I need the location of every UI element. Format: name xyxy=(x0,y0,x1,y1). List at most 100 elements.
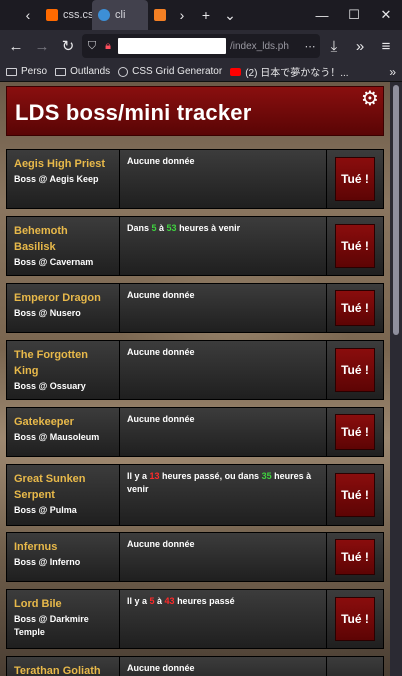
boss-location: Boss @ Pulma xyxy=(14,505,77,515)
tab-stackoverflow[interactable] xyxy=(148,0,170,30)
kill-cell: Tué ! xyxy=(327,533,383,581)
folder-icon xyxy=(6,67,17,76)
lock-icon[interactable]: 🔒︎ xyxy=(102,40,114,53)
boss-name: Gatekeeper xyxy=(14,416,74,428)
boss-info: Aucune donnée xyxy=(120,657,327,676)
boss-info: Aucune donnée xyxy=(120,533,327,581)
more-actions-icon[interactable]: ⋯ xyxy=(304,40,316,53)
boss-info: Dans 5 à 53 heures à venir xyxy=(120,217,327,275)
boss-row: The Forgotten King Boss @ Ossuary Aucune… xyxy=(6,340,384,400)
boss-location: Boss @ Ossuary xyxy=(14,381,86,391)
boss-name: Aegis High Priest xyxy=(14,158,106,170)
close-icon[interactable]: ✕ xyxy=(370,0,402,30)
kill-cell: Tué ! xyxy=(327,465,383,525)
boss-name: Emperor Dragon xyxy=(14,292,101,304)
boss-location: Boss @ Inferno xyxy=(14,557,81,567)
bookmarks-bar: Perso Outlands CSS Grid Generator (2) 日本… xyxy=(0,62,402,82)
shield-icon[interactable]: ⛉ xyxy=(86,40,98,53)
scroll-tabs-right-icon[interactable]: › xyxy=(170,0,194,30)
boss-name-cell: Terathan Goliath xyxy=(7,657,120,676)
kill-button[interactable]: Tué ! xyxy=(335,290,375,326)
menu-icon[interactable]: ≡ xyxy=(374,34,398,58)
kill-cell: Tué ! xyxy=(327,217,383,275)
boss-info: Aucune donnée xyxy=(120,150,327,208)
kill-button[interactable]: Tué ! xyxy=(335,157,375,201)
boss-location: Boss @ Nusero xyxy=(14,308,81,318)
info-text: heures passé, ou dans xyxy=(159,471,262,481)
boss-name: Lord Bile xyxy=(14,598,62,610)
kill-button[interactable]: Tué ! xyxy=(335,414,375,450)
boss-name: The Forgotten King xyxy=(14,349,88,377)
boss-name-cell: The Forgotten King Boss @ Ossuary xyxy=(7,341,120,399)
kill-cell xyxy=(327,657,383,676)
maximize-icon[interactable]: ☐ xyxy=(338,0,370,30)
kill-button[interactable]: Tué ! xyxy=(335,224,375,268)
info-text: Il y a xyxy=(127,596,150,606)
scrollbar-thumb[interactable] xyxy=(393,85,399,335)
url-bar[interactable]: ⛉ 🔒︎ /index_lds.ph ⋯ xyxy=(82,34,320,58)
tab-list-icon[interactable] xyxy=(0,0,16,30)
kill-button[interactable]: Tué ! xyxy=(335,597,375,641)
forward-icon[interactable]: → xyxy=(30,34,54,58)
boss-location: Boss @ Aegis Keep xyxy=(14,174,99,184)
boss-row: Behemoth Basilisk Boss @ Cavernam Dans 5… xyxy=(6,216,384,276)
bookmark-label: Perso xyxy=(21,66,48,77)
kill-button[interactable]: Tué ! xyxy=(335,539,375,575)
info-text: heures à venir xyxy=(176,223,241,233)
stackoverflow-icon xyxy=(154,9,166,21)
hours-max: 43 xyxy=(164,596,175,606)
boss-name: Behemoth Basilisk xyxy=(14,225,68,253)
info-text: à xyxy=(154,596,165,606)
bookmark-label: (2) 日本で夢かなう！... xyxy=(245,68,349,79)
page-scrollbar[interactable] xyxy=(390,82,402,676)
new-tab-icon[interactable]: + xyxy=(194,0,218,30)
gear-icon[interactable]: ⚙ xyxy=(360,89,380,109)
bookmark-perso[interactable]: Perso xyxy=(6,66,47,77)
hours-future: 35 xyxy=(261,471,272,481)
bookmark-label: Outlands xyxy=(70,66,111,77)
url-text: /index_lds.ph xyxy=(230,40,289,52)
boss-info: Il y a 13 heures passé, ou dans 35 heure… xyxy=(120,465,327,525)
overflow-icon[interactable]: » xyxy=(348,34,372,58)
info-text: heures passé xyxy=(174,596,235,606)
bookmarks-overflow-icon[interactable]: » xyxy=(389,65,396,79)
kill-cell: Tué ! xyxy=(327,341,383,399)
download-icon[interactable]: ⤓ xyxy=(322,34,346,58)
kill-cell: Tué ! xyxy=(327,150,383,208)
kill-cell: Tué ! xyxy=(327,284,383,332)
tab-css[interactable]: css.css xyxy=(40,0,92,30)
boss-name: Infernus xyxy=(14,541,58,553)
boss-info: Aucune donnée xyxy=(120,284,327,332)
kill-cell: Tué ! xyxy=(327,408,383,456)
tab-menu-chevron-icon[interactable]: ⌄ xyxy=(218,0,242,30)
kill-button[interactable]: Tué ! xyxy=(335,348,375,392)
kill-button[interactable]: Tué ! xyxy=(335,473,375,517)
boss-row: Infernus Boss @ Inferno Aucune donnée Tu… xyxy=(6,532,384,582)
boss-row: Aegis High Priest Boss @ Aegis Keep Aucu… xyxy=(6,149,384,209)
tab-bar: ‹ css.css cli › + ⌄ — ☐ ✕ xyxy=(0,0,402,30)
page-header: LDS boss/mini tracker ⚙ xyxy=(6,86,384,136)
scroll-tabs-left-icon[interactable]: ‹ xyxy=(16,0,40,30)
bookmark-youtube[interactable]: (2) 日本で夢かなう！... xyxy=(230,64,349,79)
hours-max: 53 xyxy=(166,223,177,233)
kill-cell: Tué ! xyxy=(327,590,383,648)
boss-name-cell: Great Sunken Serpent Boss @ Pulma xyxy=(7,465,120,525)
tab-active[interactable]: cli xyxy=(92,0,148,30)
boss-name-cell: Behemoth Basilisk Boss @ Cavernam xyxy=(7,217,120,275)
boss-info: Aucune donnée xyxy=(120,341,327,399)
back-icon[interactable]: ← xyxy=(4,34,28,58)
page-content: LDS boss/mini tracker ⚙ Aegis High Pries… xyxy=(0,82,390,676)
boss-row: Great Sunken Serpent Boss @ Pulma Il y a… xyxy=(6,464,384,526)
bookmark-label: CSS Grid Generator xyxy=(132,66,223,77)
bookmark-css-grid[interactable]: CSS Grid Generator xyxy=(118,66,222,77)
boss-location: Boss @ Cavernam xyxy=(14,257,94,267)
reload-icon[interactable]: ↻ xyxy=(56,34,80,58)
boss-name-cell: Infernus Boss @ Inferno xyxy=(7,533,120,581)
minimize-icon[interactable]: — xyxy=(306,0,338,30)
boss-location: Boss @ Mausoleum xyxy=(14,432,100,442)
bookmark-outlands[interactable]: Outlands xyxy=(55,66,110,77)
boss-name-cell: Emperor Dragon Boss @ Nusero xyxy=(7,284,120,332)
folder-icon xyxy=(55,67,67,76)
boss-row: Gatekeeper Boss @ Mausoleum Aucune donné… xyxy=(6,407,384,457)
boss-name-cell: Lord Bile Boss @ Darkmire Temple xyxy=(7,590,120,648)
